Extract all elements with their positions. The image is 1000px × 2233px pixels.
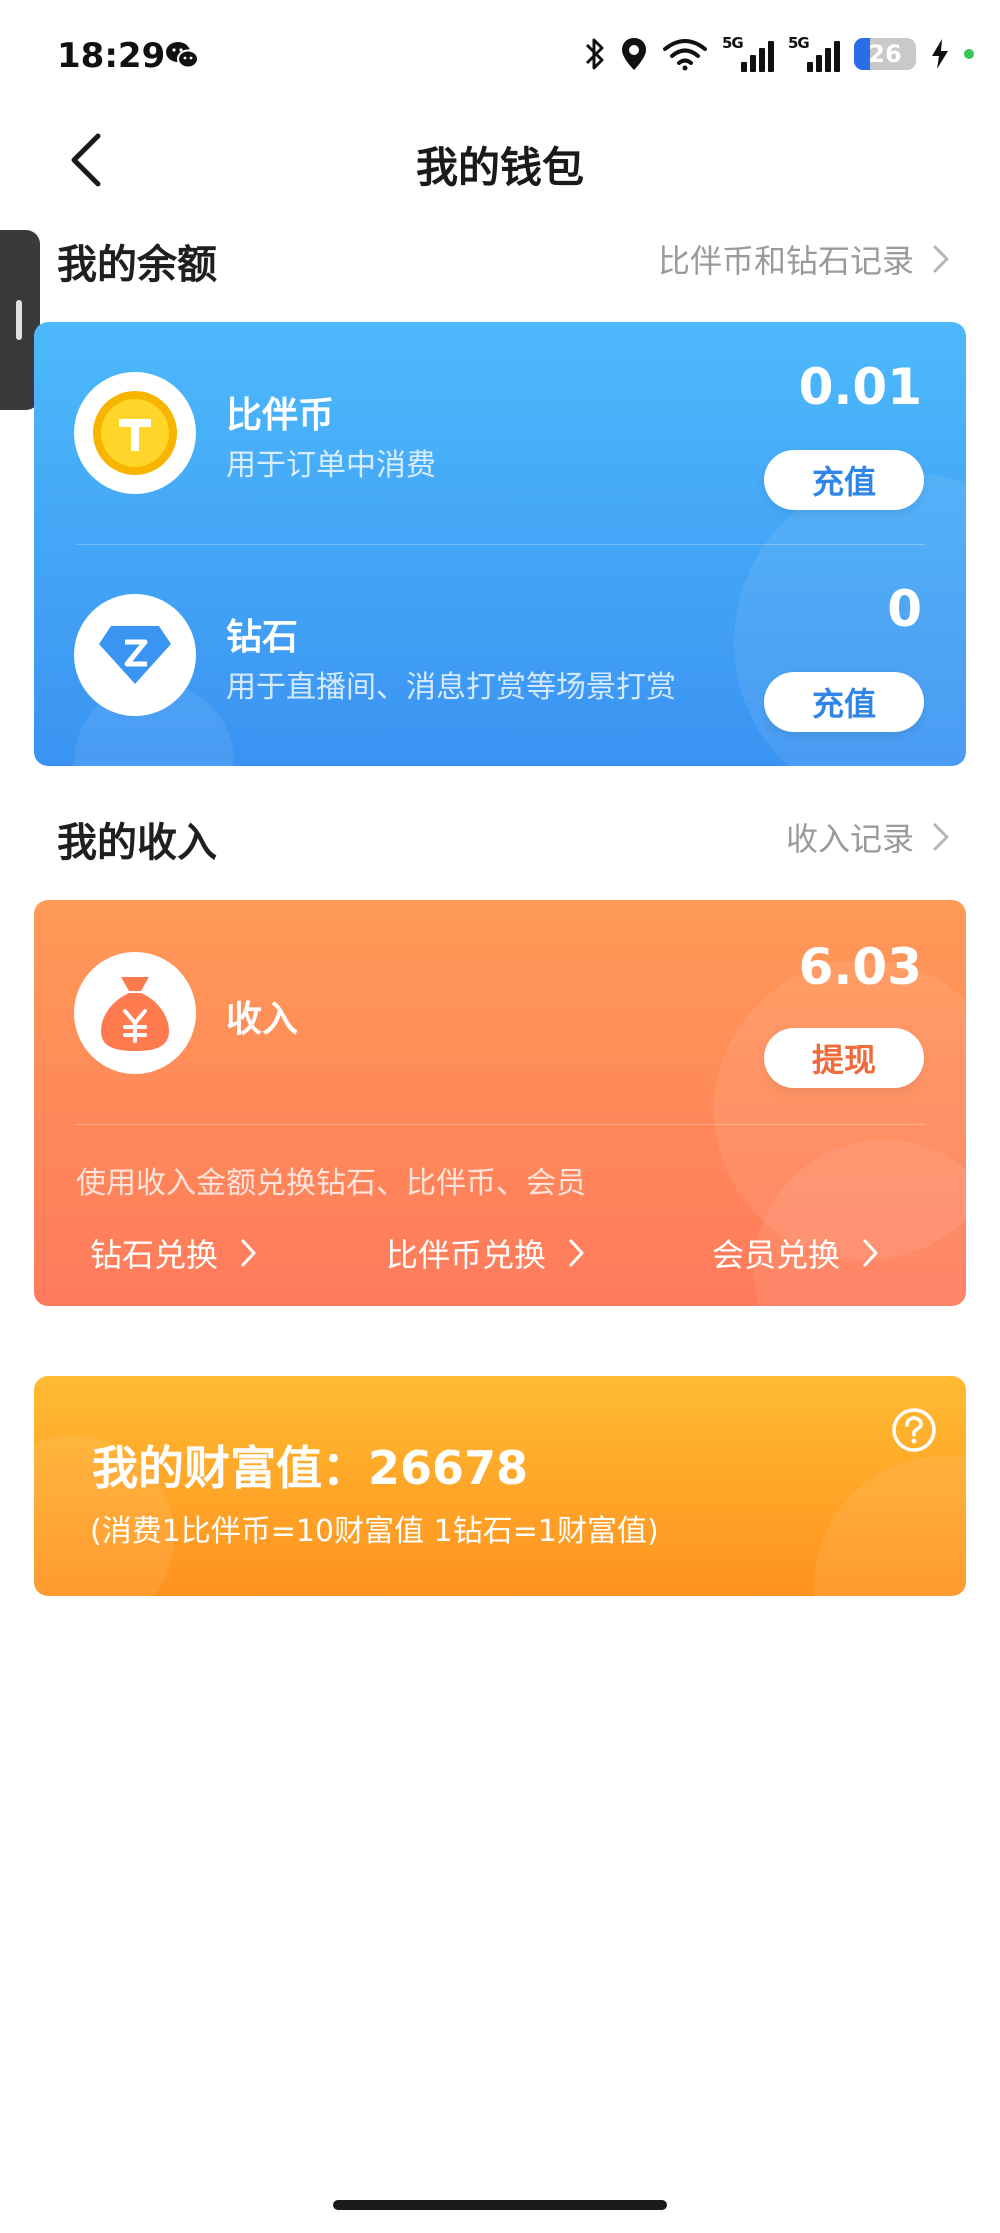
coin-desc: 用于订单中消费 bbox=[226, 448, 436, 483]
exchange-note: 使用收入金额兑换钻石、比伴币、会员 bbox=[76, 1166, 586, 1201]
network-type-label-2: 5G bbox=[788, 34, 810, 52]
income-records-link[interactable]: 收入记录 bbox=[786, 814, 950, 860]
chevron-right-icon bbox=[241, 1239, 256, 1267]
wealth-rule-note: (消费1比伴币=10财富值 1钻石=1财富值) bbox=[90, 1514, 659, 1549]
income-avatar bbox=[74, 952, 196, 1074]
chevron-right-icon bbox=[933, 823, 949, 851]
wealth-card: 我的财富值：26678 (消费1比伴币=10财富值 1钻石=1财富值) bbox=[34, 1376, 966, 1596]
wealth-help-button[interactable] bbox=[890, 1406, 938, 1454]
status-time: 18:29 bbox=[57, 36, 166, 76]
diamond-exchange-label: 钻石兑换 bbox=[90, 1236, 219, 1274]
income-name: 收入 bbox=[226, 999, 299, 1040]
coin-name: 比伴币 bbox=[226, 395, 335, 436]
battery-level: 26 bbox=[868, 40, 902, 68]
coin-avatar bbox=[74, 372, 196, 494]
withdraw-button[interactable]: 提现 bbox=[764, 1028, 924, 1088]
diamond-recharge-button[interactable]: 充值 bbox=[764, 672, 924, 732]
balance-records-label: 比伴币和钻石记录 bbox=[657, 242, 914, 280]
battery-icon: 26 bbox=[854, 38, 916, 70]
wechat-icon bbox=[166, 42, 199, 69]
diamond-desc: 用于直播间、消息打赏等场景打赏 bbox=[226, 670, 676, 705]
cell-signal-icon-2: 5G bbox=[788, 34, 840, 74]
page-title: 我的钱包 bbox=[415, 143, 584, 192]
coin-exchange-label: 比伴币兑换 bbox=[386, 1236, 547, 1274]
coin-icon bbox=[93, 391, 177, 475]
coin-amount: 0.01 bbox=[798, 358, 922, 416]
income-records-label: 收入记录 bbox=[785, 820, 914, 858]
chevron-right-icon bbox=[933, 245, 949, 273]
location-icon bbox=[622, 38, 646, 70]
member-exchange-label: 会员兑换 bbox=[712, 1236, 841, 1274]
status-bar: 18:29 5G 5G 26 bbox=[0, 0, 1000, 110]
status-icons: 5G 5G 26 bbox=[584, 34, 974, 74]
bluetooth-icon bbox=[585, 38, 604, 70]
diamond-avatar bbox=[74, 594, 196, 716]
diamond-name: 钻石 bbox=[226, 617, 299, 658]
balance-divider bbox=[76, 544, 924, 545]
balance-records-link[interactable]: 比伴币和钻石记录 bbox=[658, 236, 950, 282]
privacy-indicator-dot bbox=[964, 49, 974, 59]
income-card: 收入 6.03 提现 使用收入金额兑换钻石、比伴币、会员 钻石兑换 比伴币兑换 … bbox=[34, 900, 966, 1306]
charging-icon bbox=[932, 39, 948, 69]
network-type-label: 5G bbox=[722, 34, 744, 52]
income-amount: 6.03 bbox=[798, 938, 922, 996]
coin-exchange-link[interactable]: 比伴币兑换 bbox=[386, 1230, 585, 1276]
home-indicator[interactable] bbox=[333, 2200, 667, 2210]
coin-recharge-button[interactable]: 充值 bbox=[764, 450, 924, 510]
income-section-title: 我的收入 bbox=[57, 820, 217, 866]
balance-section-title: 我的余额 bbox=[57, 242, 217, 288]
wifi-icon bbox=[663, 39, 707, 71]
diamond-amount: 0 bbox=[887, 580, 922, 638]
money-bag-icon bbox=[101, 977, 169, 1051]
member-exchange-link[interactable]: 会员兑换 bbox=[712, 1230, 879, 1276]
question-circle-icon bbox=[892, 1408, 936, 1452]
chevron-right-icon bbox=[863, 1239, 878, 1267]
chevron-right-icon bbox=[569, 1239, 584, 1267]
diamond-exchange-link[interactable]: 钻石兑换 bbox=[90, 1230, 257, 1276]
income-divider bbox=[76, 1124, 924, 1125]
diamond-icon bbox=[99, 626, 171, 684]
wealth-value: 我的财富值：26678 bbox=[92, 1441, 529, 1495]
cell-signal-icon: 5G bbox=[722, 34, 774, 74]
balance-card: 比伴币 用于订单中消费 0.01 充值 钻石 用于直播间、消息打赏等场景打赏 0… bbox=[34, 322, 966, 766]
